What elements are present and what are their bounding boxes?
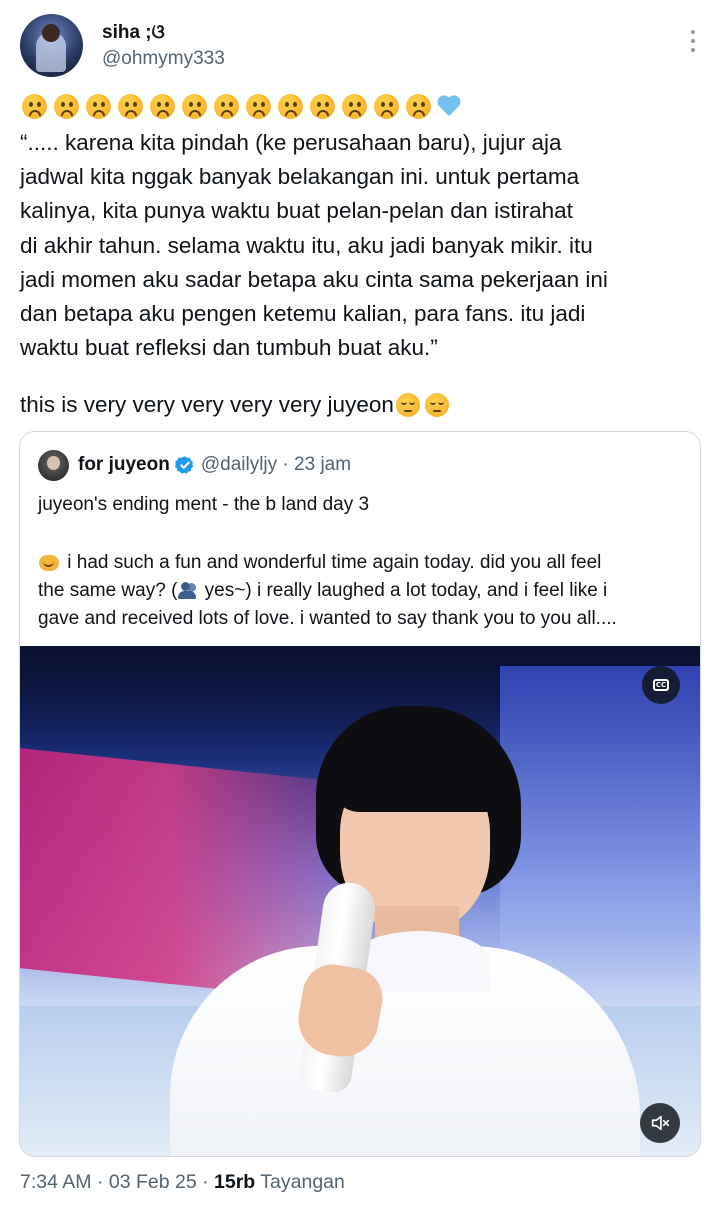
tweet-line: “..... karena kita pindah (ke perusahaan… (20, 130, 562, 155)
closed-captions-icon: CC (653, 679, 669, 691)
quoted-body-text: yes~) i really laughed a lot today, and … (199, 580, 608, 601)
frowning-face-icon (404, 93, 435, 120)
frowning-face-icon (244, 93, 275, 120)
quoted-body: i had such a fun and wonderful time agai… (38, 549, 688, 633)
frowning-face-icon (148, 93, 179, 120)
quoted-author-avatar[interactable] (38, 449, 69, 481)
more-options-icon[interactable] (690, 30, 696, 52)
frowning-face-icon (180, 93, 211, 120)
quoted-tweet-card[interactable]: for juyeon @dailyljy · 23 jam juyeon's e… (19, 431, 701, 1157)
frowning-face-icon (276, 93, 307, 120)
emoji-row (20, 93, 466, 121)
quoted-body-line: gave and received lots of love. i wanted… (38, 608, 617, 629)
quoted-handle-time[interactable]: @dailyljy · 23 jam (201, 454, 351, 476)
tweet-line: jadwal kita nggak banyak belakangan ini.… (20, 164, 580, 190)
author-avatar[interactable] (20, 14, 83, 77)
people-silhouette-icon (177, 580, 199, 599)
tweet-line: waktu buat refleksi dan tumbuh buat aku.… (20, 335, 438, 361)
video-person-fringe (330, 732, 506, 812)
quoted-title: juyeon's ending ment - the b land day 3 (38, 494, 370, 515)
tweet-text: “..... karena kita pindah (ke perusahaan… (20, 126, 700, 365)
tweet-header: siha ;ଓ @ohmymy333 (20, 14, 700, 78)
volume-button[interactable] (640, 1103, 680, 1143)
frowning-face-icon (20, 93, 51, 120)
author-handle[interactable]: @ohmymy333 (102, 48, 225, 70)
frowning-face-icon (308, 93, 339, 120)
grinning-cat-icon (38, 552, 60, 571)
quoted-body-text: the same way? ( (38, 580, 178, 601)
quoted-body-line: the same way? ( yes~) i really laughed a… (38, 577, 688, 605)
tweet-closing-text: this is very very very very very juyeon (20, 392, 394, 417)
quoted-video[interactable]: CC (20, 646, 700, 1156)
frowning-face-icon (372, 93, 403, 120)
closed-captions-button[interactable]: CC (642, 666, 680, 704)
frowning-face-icon (212, 93, 243, 120)
avatar-head (42, 24, 60, 42)
light-blue-heart-icon (436, 93, 466, 120)
quoted-body-line: i had such a fun and wonderful time agai… (38, 549, 688, 577)
frowning-face-icon (116, 93, 147, 120)
volume-muted-icon (651, 1115, 670, 1131)
frowning-face-icon (340, 93, 371, 120)
views-label: Tayangan (255, 1171, 345, 1193)
tweet-timestamp[interactable]: 7:34 AM · 03 Feb 25 · (20, 1171, 214, 1193)
author-name[interactable]: siha ;ଓ (102, 22, 165, 44)
quoted-author-name[interactable]: for juyeon (78, 454, 170, 476)
views-count: 15rb (214, 1171, 256, 1193)
verified-badge-icon (174, 456, 194, 474)
tweet-closing: this is very very very very very juyeon (20, 392, 452, 418)
relieved-face-icon (395, 392, 423, 418)
tweet-line: kalinya, kita punya waktu buat pelan-pel… (20, 198, 573, 224)
tweet-footer: 7:34 AM · 03 Feb 25 · 15rb Tayangan (20, 1171, 345, 1194)
tweet-line: dan betapa aku pengen ketemu kalian, par… (20, 301, 586, 327)
frowning-face-icon (52, 93, 83, 120)
quoted-body-text: i had such a fun and wonderful time agai… (67, 552, 602, 573)
tweet-line: jadi momen aku sadar betapa aku cinta sa… (20, 266, 608, 292)
tweet-line: di akhir tahun. selama waktu itu, aku ja… (20, 232, 593, 258)
frowning-face-icon (84, 93, 115, 120)
relieved-face-icon (424, 392, 452, 418)
quoted-tweet-header: for juyeon @dailyljy · 23 jam (38, 449, 351, 481)
